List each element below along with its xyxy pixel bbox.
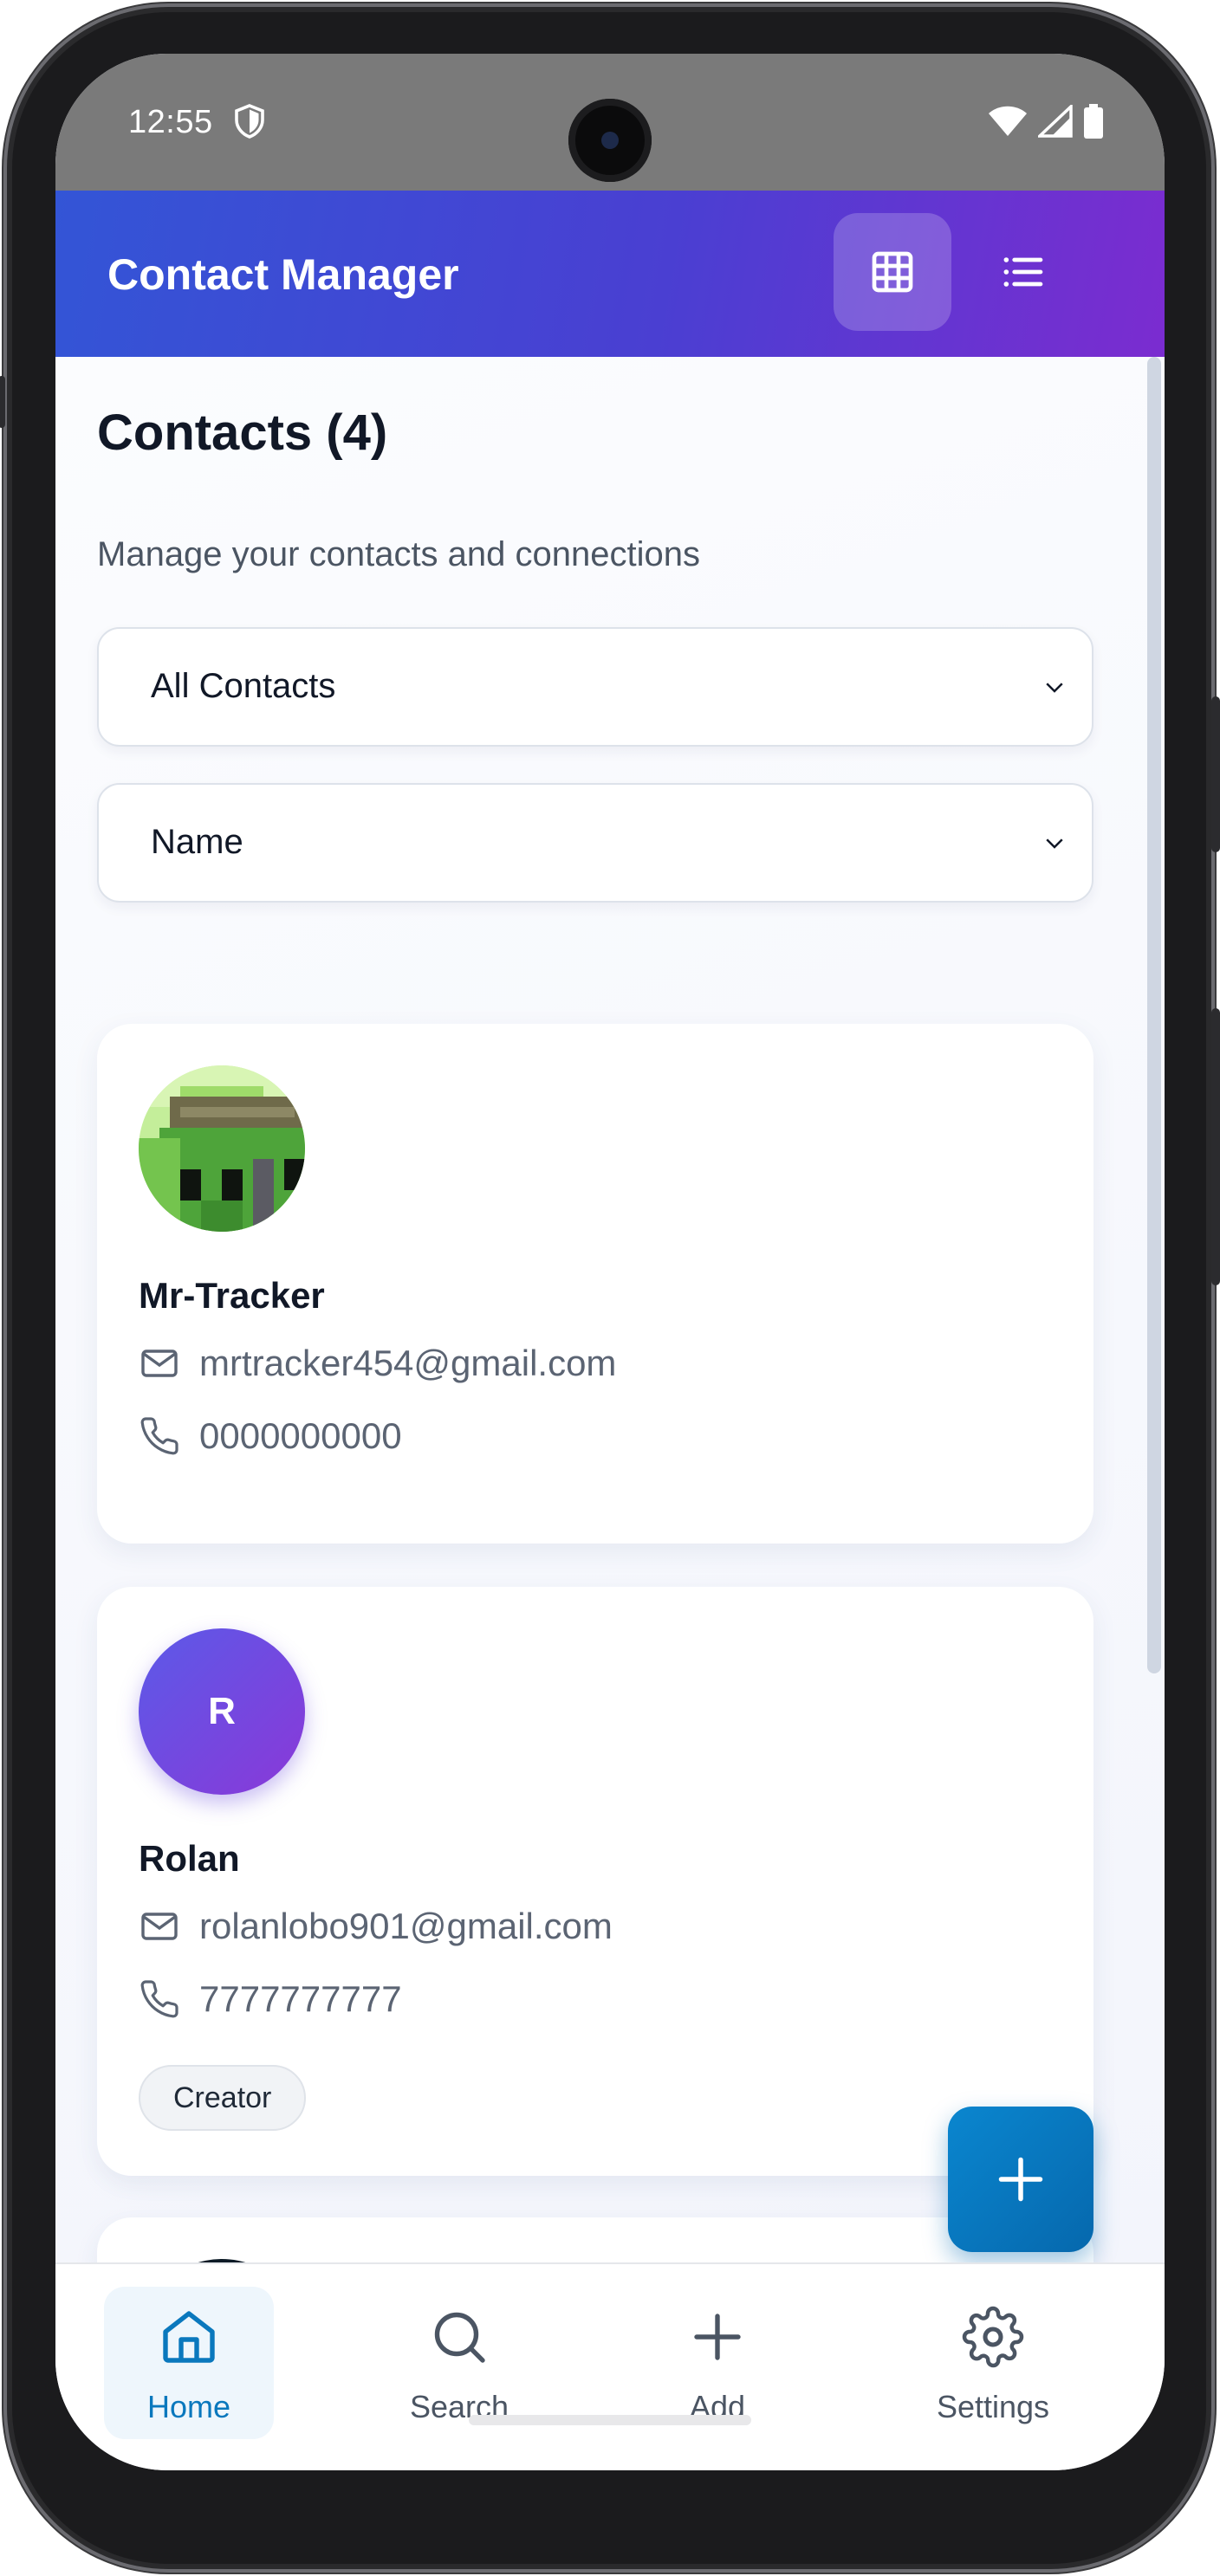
contact-email: mrtracker454@gmail.com	[199, 1343, 617, 1383]
gear-icon	[962, 2306, 1024, 2368]
contact-name: Rolan	[139, 1838, 240, 1879]
group-filter-value: All Contacts	[151, 667, 336, 705]
list-icon	[1003, 257, 1043, 287]
nav-settings[interactable]: Settings	[908, 2287, 1078, 2439]
main-content[interactable]: Contacts (4) Manage your contacts and co…	[55, 357, 1165, 2262]
chevron-down-icon	[1046, 683, 1063, 693]
status-bar: 12:55	[55, 54, 1165, 191]
phone-frame: 12:55 Contact Manager Contacts (4) Manag…	[0, 3, 1220, 2573]
home-indicator[interactable]	[469, 2415, 751, 2425]
wifi-icon	[989, 106, 1027, 136]
app-title: Contact Manager	[107, 250, 459, 299]
sort-value: Name	[151, 823, 243, 861]
contact-card[interactable]: R Rolan rolanlobo901@gmail.com 777777777…	[97, 1587, 1093, 2176]
contact-phone-row[interactable]: 7777777777	[139, 1978, 402, 2020]
list-view-button[interactable]	[964, 213, 1081, 331]
contact-tag: Creator	[139, 2065, 307, 2131]
bottom-navigation: Home Search Add Settings	[55, 2262, 1165, 2470]
home-icon	[163, 2311, 215, 2363]
app-bar: Contact Manager	[55, 191, 1165, 357]
contact-email-row[interactable]: rolanlobo901@gmail.com	[139, 1906, 613, 1947]
group-filter-select[interactable]: All Contacts	[97, 627, 1093, 747]
avatar-image	[139, 1065, 305, 1232]
status-icons	[988, 104, 1104, 139]
chevron-down-icon	[1046, 838, 1063, 849]
scrollbar[interactable]	[1144, 357, 1165, 1673]
phone-volume-button	[1211, 1008, 1220, 1285]
nav-home[interactable]: Home	[104, 2287, 274, 2439]
contact-name: Mr-Tracker	[139, 1275, 325, 1316]
nav-label: Settings	[936, 2389, 1050, 2424]
contact-phone: 0000000000	[199, 1415, 402, 1456]
phone-side-button	[0, 376, 5, 428]
avatar: R	[139, 1628, 305, 1795]
mail-icon	[141, 1349, 178, 1377]
phone-power-button	[1211, 696, 1220, 852]
page-subtitle: Manage your contacts and connections	[97, 535, 700, 573]
plus-icon	[998, 2157, 1043, 2202]
scroll-thumb[interactable]	[1147, 357, 1161, 1673]
contact-phone: 7777777777	[199, 1978, 402, 2019]
mail-icon	[141, 1913, 178, 1940]
nav-label: Home	[146, 2389, 231, 2424]
contact-card[interactable]: Mr-Tracker mrtracker454@gmail.com 000000…	[97, 1024, 1093, 1544]
contact-email: rolanlobo901@gmail.com	[199, 1906, 613, 1946]
sort-select[interactable]: Name	[97, 783, 1093, 903]
screen: 12:55 Contact Manager Contacts (4) Manag…	[55, 54, 1165, 2470]
grid-view-button[interactable]	[834, 213, 951, 331]
signal-icon	[1038, 105, 1073, 138]
shield-icon	[235, 104, 264, 139]
contact-card[interactable]	[97, 2217, 1093, 2262]
phone-icon	[140, 1417, 178, 1455]
battery-icon	[1084, 104, 1103, 139]
front-camera	[568, 99, 652, 182]
plus-icon	[694, 2314, 741, 2360]
search-icon	[434, 2312, 485, 2363]
page-title: Contacts (4)	[97, 405, 388, 461]
status-time: 12:55	[128, 104, 213, 140]
grid-icon	[872, 251, 913, 293]
add-contact-fab[interactable]	[948, 2107, 1093, 2252]
contact-email-row[interactable]: mrtracker454@gmail.com	[139, 1343, 616, 1384]
contact-phone-row[interactable]: 0000000000	[139, 1415, 402, 1457]
avatar	[139, 1065, 305, 1232]
phone-icon	[140, 1980, 178, 2018]
